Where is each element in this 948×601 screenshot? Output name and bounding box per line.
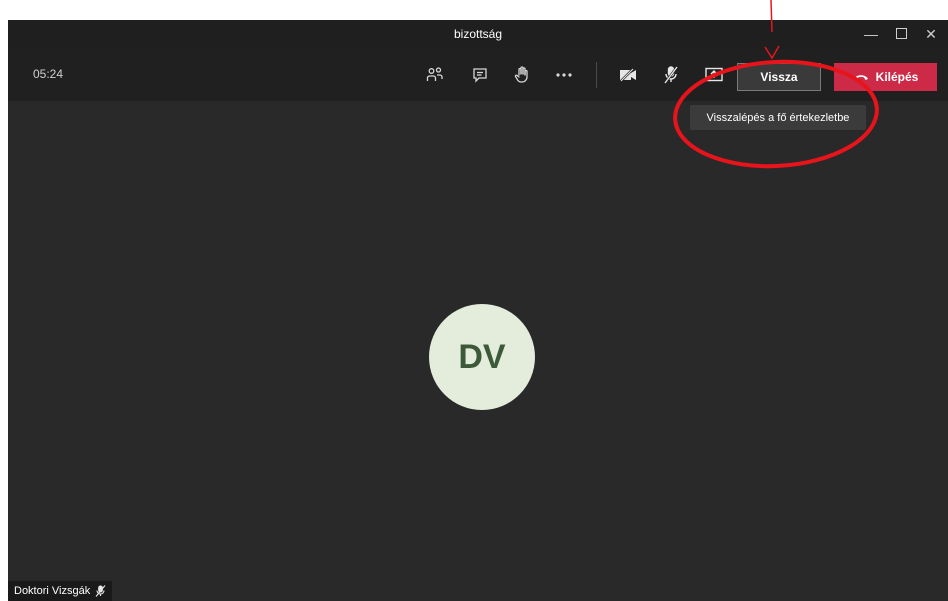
window-title: bizottság [453, 27, 503, 41]
toolbar-divider [596, 62, 597, 88]
maximize-icon[interactable] [888, 23, 914, 45]
share-screen-icon[interactable] [700, 61, 728, 89]
participant-name-tag: Doktori Vizsgák [8, 581, 113, 601]
leave-button[interactable]: Kilépés [834, 63, 937, 91]
back-button-tooltip: Visszalépés a fő értekezletbe [690, 105, 866, 130]
chat-icon[interactable] [466, 61, 494, 89]
participants-icon[interactable] [421, 61, 449, 89]
raise-hand-icon[interactable] [508, 61, 536, 89]
hang-up-icon [853, 75, 868, 80]
participant-avatar: DV [429, 304, 535, 410]
meeting-toolbar: 05:24 Vissza Kilépés [8, 49, 948, 101]
minimize-icon[interactable]: — [858, 23, 884, 45]
title-bar: bizottság — ✕ [8, 20, 948, 49]
back-to-main-meeting-button[interactable]: Vissza [737, 63, 821, 91]
camera-off-icon[interactable] [614, 61, 642, 89]
mic-off-icon[interactable] [657, 61, 685, 89]
close-icon[interactable]: ✕ [918, 23, 944, 45]
mic-muted-icon [95, 585, 106, 597]
leave-button-label: Kilépés [875, 70, 919, 84]
teams-meeting-window: bizottság — ✕ 05:24 Vissza Kilépés Vissz… [8, 20, 948, 601]
more-options-icon[interactable] [550, 61, 578, 89]
call-timer: 05:24 [33, 67, 64, 81]
participant-name: Doktori Vizsgák [14, 585, 91, 597]
